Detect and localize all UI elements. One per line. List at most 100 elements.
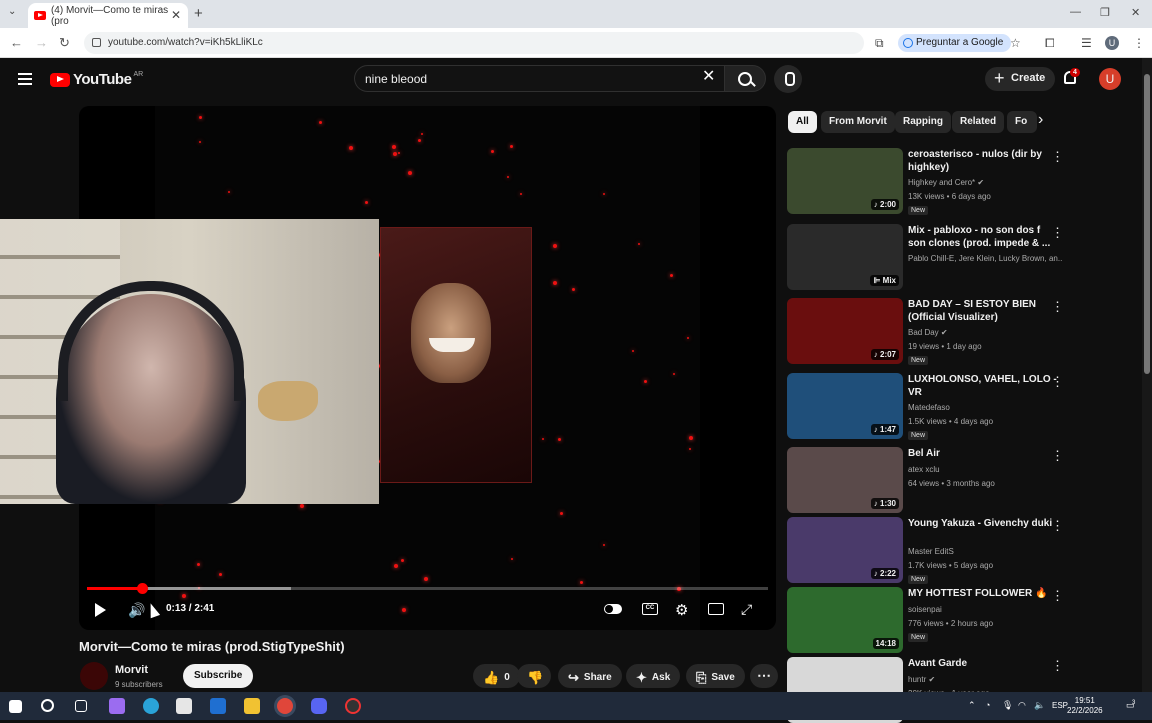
dislike-button[interactable]: 👎 <box>517 664 552 688</box>
more-options-icon[interactable]: ⋮ <box>1051 226 1064 239</box>
recommended-title[interactable]: Bel Air <box>908 447 1058 460</box>
browser-tab[interactable]: (4) Morvit—Como te miras (pro ✕ <box>28 3 188 28</box>
chip-from-morvit[interactable]: From Morvit <box>821 111 895 133</box>
scrollbar-thumb[interactable] <box>1144 74 1150 374</box>
bookmark-star-icon[interactable]: ☆ <box>1010 36 1021 50</box>
clear-search-icon[interactable]: ✕ <box>702 69 715 85</box>
window-close-icon[interactable]: ✕ <box>1131 6 1140 19</box>
more-options-icon[interactable]: ⋮ <box>1051 519 1064 532</box>
more-options-icon[interactable]: ⋮ <box>1051 375 1064 388</box>
recommended-title[interactable]: Mix - pabloxo - no son dos f son clones … <box>908 224 1058 250</box>
recommended-video[interactable]: ♪ 1:47 LUXHOLONSO, VAHEL, LOLO - VR Matede… <box>787 373 1127 440</box>
extensions-icon[interactable]: ⧠ <box>1045 36 1055 51</box>
windows-start-icon[interactable] <box>9 700 22 713</box>
subscribe-button[interactable]: Subscribe <box>183 664 254 688</box>
speaker-icon[interactable]: 🔈 <box>1034 700 1045 710</box>
discord-icon[interactable] <box>311 698 327 714</box>
tab-search-icon[interactable]: ⌄ <box>8 6 16 17</box>
tray-chevron-icon[interactable]: ⌃ <box>968 700 978 710</box>
cast-icon[interactable]: ⧉ <box>875 36 884 51</box>
chip-rapping[interactable]: Rapping <box>895 111 951 133</box>
recommended-channel[interactable]: Bad Day ✔ <box>908 328 1063 337</box>
save-button[interactable]: ⎘ Save <box>686 664 745 688</box>
recommended-video[interactable]: ♪ 2:22 Young Yakuza - Givenchy duki Master… <box>787 517 1127 584</box>
page-scrollbar[interactable] <box>1142 58 1152 692</box>
language-indicator[interactable]: ESP <box>1052 701 1068 710</box>
file-explorer-icon[interactable] <box>244 698 260 714</box>
recommended-title[interactable]: MY HOTTEST FOLLOWER 🔥 <box>908 587 1058 600</box>
recommended-video[interactable]: ♪ 2:00 ceroasterisco - nulos (dir by high… <box>787 148 1127 215</box>
chip-related[interactable]: Related <box>952 111 1005 133</box>
site-info-icon[interactable] <box>92 38 101 47</box>
chip-all[interactable]: All <box>788 111 817 133</box>
more-options-icon[interactable]: ⋮ <box>1051 150 1064 163</box>
taskbar-search-icon[interactable] <box>41 699 54 712</box>
store-icon[interactable] <box>176 698 192 714</box>
browser-menu-icon[interactable]: ⋮ <box>1133 36 1145 50</box>
search-button[interactable] <box>724 65 766 92</box>
recommended-channel[interactable]: Highkey and Cero* ✔ <box>908 178 1063 187</box>
autoplay-toggle[interactable] <box>604 604 622 614</box>
restore-icon[interactable]: ❐ <box>1100 6 1110 19</box>
recommended-title[interactable]: LUXHOLONSO, VAHEL, LOLO - VR <box>908 373 1058 399</box>
obs-icon[interactable] <box>345 698 361 714</box>
reading-list-icon[interactable]: ☰ <box>1081 36 1092 50</box>
more-options-icon[interactable]: ⋮ <box>1051 659 1064 672</box>
captions-button[interactable]: CC <box>642 603 658 615</box>
play-icon[interactable] <box>95 603 106 617</box>
volume-icon[interactable]: 🔊 <box>128 602 145 619</box>
more-actions-button[interactable]: ⋯ <box>750 664 778 688</box>
recommended-video[interactable]: ♪ 2:07 BAD DAY – SI ESTOY BIEN (Official … <box>787 298 1127 365</box>
channel-avatar[interactable] <box>80 662 108 690</box>
video-thumbnail[interactable]: ⊫ Mix <box>787 224 903 290</box>
video-thumbnail[interactable]: ♪ 1:30 <box>787 447 903 513</box>
recommended-channel[interactable]: Master EditS <box>908 547 1063 556</box>
voice-search-button[interactable] <box>774 65 802 93</box>
recommended-title[interactable]: ceroasterisco - nulos (dir by highkey) <box>908 148 1058 174</box>
mic-tray-icon[interactable]: 🎙 <box>1002 700 1013 710</box>
recommended-channel[interactable]: atex xclu <box>908 465 1063 474</box>
recommended-title[interactable]: Avant Garde <box>908 657 1058 670</box>
progress-bar[interactable] <box>87 583 768 594</box>
menu-icon[interactable] <box>18 73 32 85</box>
youtube-logo[interactable]: YouTube AR <box>50 71 143 88</box>
recommended-video[interactable]: ⊫ Mix Mix - pabloxo - no son dos f son cl… <box>787 224 1127 290</box>
recommended-title[interactable]: Young Yakuza - Givenchy duki <box>908 517 1058 530</box>
chip-truncated[interactable]: Fo <box>1007 111 1037 133</box>
video-thumbnail[interactable]: ♪ 2:07 <box>787 298 903 364</box>
chrome-icon[interactable] <box>277 698 293 714</box>
recommended-channel[interactable]: Pablo Chill-E, Jere Klein, Lucky Brown, … <box>908 254 1063 263</box>
task-view-icon[interactable] <box>75 700 87 712</box>
channel-name[interactable]: Morvit <box>115 664 148 676</box>
share-button[interactable]: ↪ Share <box>558 664 622 688</box>
browser-profile-avatar[interactable]: U <box>1105 36 1119 50</box>
tray-app-icon[interactable]: ◔ <box>985 700 995 710</box>
recommended-channel[interactable]: huntr ✔ <box>908 675 1063 684</box>
forward-icon[interactable]: → <box>35 35 48 50</box>
edge-icon[interactable] <box>143 698 159 714</box>
more-options-icon[interactable]: ⋮ <box>1051 300 1064 313</box>
minimize-icon[interactable]: — <box>1070 6 1081 18</box>
fullscreen-icon[interactable]: ⤢ <box>741 601 752 618</box>
settings-gear-icon[interactable]: ⚙ <box>675 601 688 619</box>
new-tab-icon[interactable]: + <box>194 5 203 22</box>
chevron-right-icon[interactable]: › <box>1038 112 1043 128</box>
create-button[interactable]: + Create <box>985 67 1056 91</box>
user-avatar[interactable]: U <box>1099 68 1121 90</box>
url-bar[interactable]: youtube.com/watch?v=iKh5kLliKLc <box>84 32 864 54</box>
recommended-video[interactable]: ♪ 1:30 Bel Air atex xclu 64 views • 3 month… <box>787 447 1127 513</box>
video-thumbnail[interactable]: ♪ 2:22 <box>787 517 903 583</box>
back-icon[interactable]: ← <box>10 35 23 50</box>
recommended-title[interactable]: BAD DAY – SI ESTOY BIEN (Official Visual… <box>908 298 1058 324</box>
search-input[interactable]: nine bleood <box>354 65 724 92</box>
like-button[interactable]: 👍 0 <box>473 664 520 688</box>
more-options-icon[interactable]: ⋮ <box>1051 589 1064 602</box>
taskbar-clock[interactable]: 19:51 22/2/2026 <box>1067 696 1103 716</box>
video-thumbnail[interactable]: ♪ 1:47 <box>787 373 903 439</box>
reload-icon[interactable]: ↻ <box>59 35 70 51</box>
video-thumbnail[interactable]: ♪ 2:00 <box>787 148 903 214</box>
miniplayer-icon[interactable] <box>708 603 724 615</box>
recommended-video[interactable]: 14:18 MY HOTTEST FOLLOWER 🔥 soisenpai 776 v… <box>787 587 1127 653</box>
ask-google-button[interactable]: Preguntar a Google <box>898 34 1012 52</box>
video-thumbnail[interactable]: 14:18 <box>787 587 903 653</box>
